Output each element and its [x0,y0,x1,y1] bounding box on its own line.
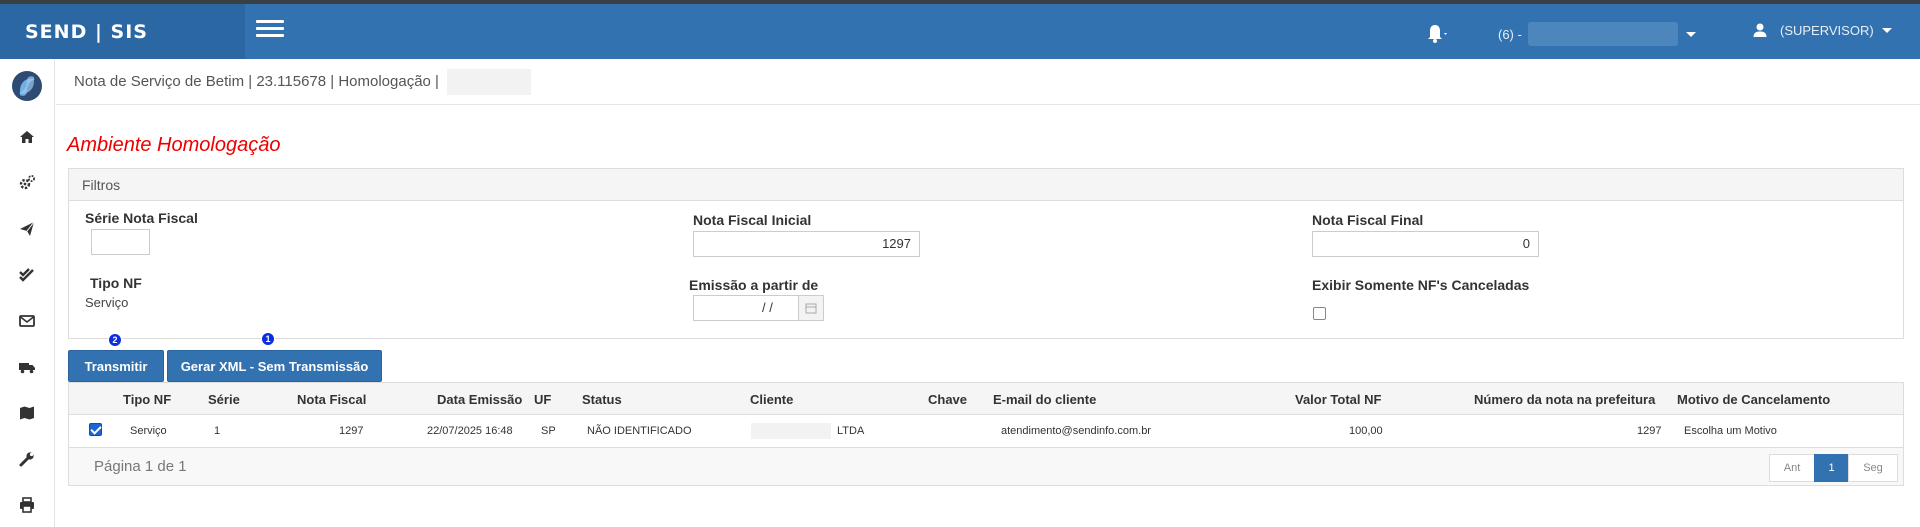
calendar-icon[interactable] [798,295,824,321]
cell-motivo[interactable]: Escolha um Motivo [1684,425,1777,437]
cell-email: atendimento@sendinfo.com.br [1001,425,1151,437]
page-info: Página 1 de 1 [94,458,187,475]
nf-table: Tipo NF Série Nota Fiscal Data Emissão U… [68,382,1904,486]
cell-uf: SP [541,425,556,437]
nf-inicial-label: Nota Fiscal Inicial [693,212,812,228]
nf-final-label: Nota Fiscal Final [1312,212,1424,228]
pagination-prev-button[interactable]: Ant [1769,454,1815,482]
chevron-down-icon [1685,31,1696,37]
sidebar [0,59,55,527]
cell-nota-fiscal: 1297 [339,425,364,437]
menu-toggle-icon[interactable] [256,20,284,42]
printer-icon[interactable] [17,495,37,515]
breadcrumb-text: Nota de Serviço de Betim | 23.115678 | H… [74,73,439,90]
cell-tipo-nf: Serviço [130,425,167,437]
user-menu[interactable]: (SUPERVISOR) [1752,22,1892,38]
user-label: (SUPERVISOR) [1780,22,1874,38]
cell-data-emissao: 22/07/2025 16:48 [427,425,513,437]
col-email[interactable]: E-mail do cliente [993,392,1096,407]
breadcrumb-redacted [446,68,531,95]
nf-final-input[interactable]: 0 [1312,231,1539,257]
col-numero-prefeitura[interactable]: Número da nota na prefeitura [1474,392,1655,407]
table-header: Tipo NF Série Nota Fiscal Data Emissão U… [69,383,1903,415]
home-icon[interactable] [17,127,37,147]
col-nota-fiscal[interactable]: Nota Fiscal [297,392,366,407]
cell-numero-prefeitura: 1297 [1637,425,1662,437]
cell-cliente: LTDA [837,425,865,437]
company-name-redacted [1527,22,1678,46]
table-row[interactable]: Serviço 1 1297 22/07/2025 16:48 SP NÃO I… [69,415,1903,448]
company-logo-icon [12,71,42,101]
pagination-next-button[interactable]: Seg [1848,454,1898,482]
cell-serie: 1 [214,425,221,437]
row-select-checkbox[interactable] [89,423,102,436]
emissao-date-input[interactable]: / / [693,295,799,321]
col-chave[interactable]: Chave [928,392,967,407]
company-selector[interactable]: (6) - [1498,22,1696,46]
table-footer: Página 1 de 1 Ant 1 Seg [69,448,1903,485]
col-uf[interactable]: UF [534,392,551,407]
emissao-label: Emissão a partir de [689,277,819,293]
envelope-icon[interactable] [17,311,37,331]
col-motivo[interactable]: Motivo de Cancelamento [1677,392,1830,407]
environment-title: Ambiente Homologação [67,134,281,156]
canceladas-checkbox[interactable] [1313,307,1326,320]
user-icon [1753,23,1767,37]
col-valor-total[interactable]: Valor Total NF [1295,392,1381,407]
gerar-xml-badge: 1 [261,332,275,346]
cliente-redacted [751,423,831,439]
settings-gears-icon[interactable] [17,173,37,193]
brand-logo[interactable]: SEND | SIS [0,4,245,59]
col-tipo-nf[interactable]: Tipo NF [123,392,171,407]
gerar-xml-button[interactable]: Gerar XML - Sem Transmissão [167,350,382,382]
serie-label: Série Nota Fiscal [85,210,198,226]
send-paper-plane-icon[interactable] [17,219,37,239]
nf-inicial-input[interactable]: 1297 [693,231,920,257]
double-check-icon[interactable] [17,265,37,285]
tipo-nf-label: Tipo NF [90,275,142,291]
pagination-page-1[interactable]: 1 [1814,454,1849,482]
wrench-icon[interactable] [17,449,37,469]
col-status[interactable]: Status [582,392,622,407]
transmitir-badge: 2 [108,333,122,347]
chevron-down-icon [1881,27,1892,33]
company-label: (6) - [1498,26,1522,42]
truck-icon[interactable] [17,357,37,377]
map-icon[interactable] [17,403,37,423]
pagination: Ant 1 Seg [1769,454,1898,482]
serie-input[interactable] [91,229,150,255]
col-data-emissao[interactable]: Data Emissão [437,392,522,407]
transmitir-button[interactable]: Transmitir [68,350,164,382]
filters-panel: Filtros Série Nota Fiscal Nota Fiscal In… [68,168,1904,339]
col-cliente[interactable]: Cliente [750,392,793,407]
breadcrumb: Nota de Serviço de Betim | 23.115678 | H… [56,59,1920,105]
notifications-bell-icon[interactable] [1420,20,1450,44]
tipo-nf-value: Serviço [85,295,129,310]
canceladas-label: Exibir Somente NF's Canceladas [1312,277,1530,293]
cell-valor-total: 100,00 [1349,425,1383,437]
cell-status: NÃO IDENTIFICADO [587,425,692,437]
top-navbar: SEND | SIS (6) - (SUPERVISOR) [0,4,1920,59]
filters-panel-title: Filtros [69,169,1903,201]
col-serie[interactable]: Série [208,392,240,407]
